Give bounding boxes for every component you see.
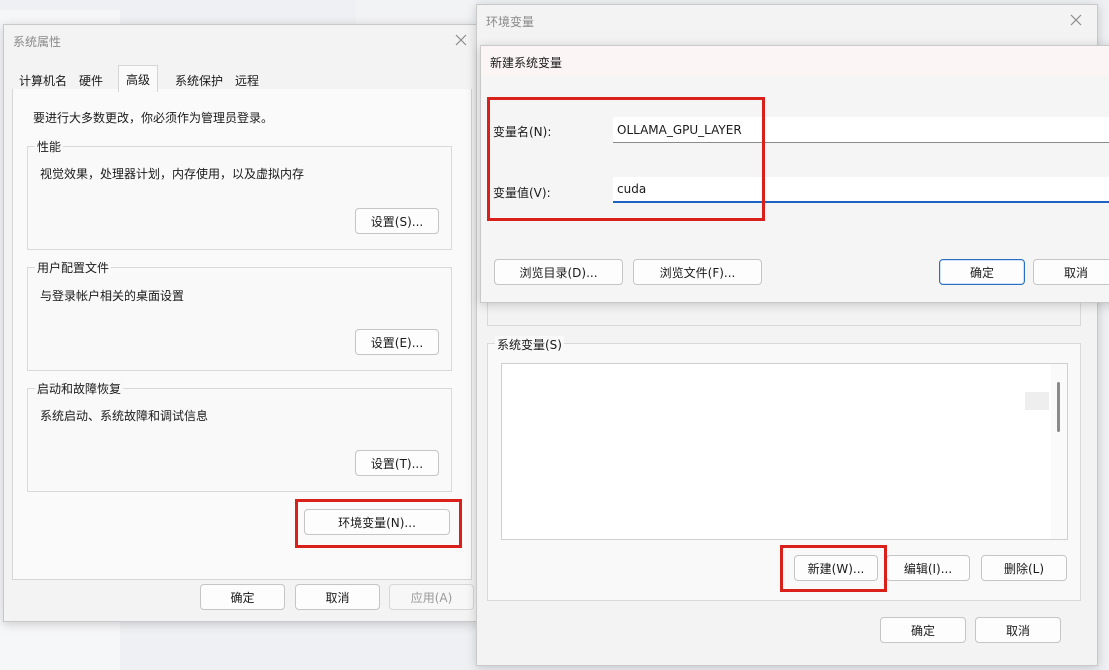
variable-name-label: 变量名(N): (493, 125, 552, 139)
ok-button[interactable]: 确定 (939, 259, 1025, 285)
performance-desc: 视觉效果，处理器计划，内存使用，以及虚拟内存 (40, 167, 305, 181)
edit-variable-button[interactable]: 编辑(I)... (886, 555, 970, 581)
tab-remote[interactable]: 远程 (232, 69, 262, 91)
close-icon (455, 34, 467, 46)
browse-file-button[interactable]: 浏览文件(F)... (633, 259, 762, 285)
startup-recovery-settings-button[interactable]: 设置(T)... (355, 450, 439, 476)
environment-variables-button[interactable]: 环境变量(N)... (304, 509, 450, 535)
system-variables-group: 新建(W)... 编辑(I)... 删除(L) (487, 343, 1081, 601)
admin-note: 要进行大多数更改，你必须作为管理员登录。 (33, 111, 274, 125)
system-variables-label: 系统变量(S) (495, 336, 564, 353)
tab-system-protection[interactable]: 系统保护 (172, 69, 226, 91)
scrollbar-thumb[interactable] (1057, 382, 1060, 432)
apply-button[interactable]: 应用(A) (389, 584, 474, 610)
new-variable-button[interactable]: 新建(W)... (794, 555, 878, 581)
user-profile-settings-button[interactable]: 设置(E)... (355, 329, 439, 355)
ok-button[interactable]: 确定 (200, 584, 285, 610)
close-button[interactable] (446, 27, 476, 53)
new-system-variable-dialog: 新建系统变量 变量名(N): OLLAMA_GPU_LAYER 变量值(V): … (480, 45, 1109, 303)
user-profile-group: 与登录帐户相关的桌面设置 设置(E)... (27, 267, 452, 371)
tab-advanced[interactable]: 高级 (118, 65, 159, 92)
variable-value-input[interactable]: cuda (613, 177, 1109, 203)
close-icon (1070, 14, 1082, 26)
cancel-button[interactable]: 取消 (975, 617, 1061, 643)
scrollbar[interactable] (1051, 364, 1067, 539)
performance-group: 视觉效果，处理器计划，内存使用，以及虚拟内存 设置(S)... (27, 146, 452, 250)
tab-hardware[interactable]: 硬件 (76, 69, 106, 91)
title-bar: 新建系统变量 (481, 46, 1109, 76)
variable-name-input[interactable]: OLLAMA_GPU_LAYER (613, 117, 1109, 143)
system-properties-window: 系统属性 计算机名 硬件 高级 系统保护 远程 要进行大多数更改，你必须作为管理… (3, 24, 479, 622)
close-button[interactable] (1061, 7, 1091, 33)
cancel-button[interactable]: 取消 (295, 584, 380, 610)
browse-directory-button[interactable]: 浏览目录(D)... (494, 259, 623, 285)
window-title: 环境变量 (486, 15, 535, 29)
list-scroll-block (1025, 392, 1049, 410)
title-bar: 环境变量 (477, 5, 1097, 35)
user-profile-label: 用户配置文件 (35, 259, 112, 276)
user-profile-desc: 与登录帐户相关的桌面设置 (40, 289, 185, 303)
cancel-button[interactable]: 取消 (1033, 259, 1109, 285)
variable-value-label: 变量值(V): (493, 186, 551, 200)
startup-recovery-desc: 系统启动、系统故障和调试信息 (40, 409, 209, 423)
title-bar: 系统属性 (4, 25, 478, 55)
tab-computer-name[interactable]: 计算机名 (16, 69, 70, 91)
ok-button[interactable]: 确定 (880, 617, 966, 643)
dialog-title: 新建系统变量 (490, 56, 563, 70)
startup-recovery-label: 启动和故障恢复 (35, 380, 124, 397)
delete-variable-button[interactable]: 删除(L) (981, 555, 1067, 581)
performance-settings-button[interactable]: 设置(S)... (355, 208, 439, 234)
window-title: 系统属性 (13, 35, 62, 49)
system-variables-list[interactable] (501, 363, 1068, 540)
startup-recovery-group: 系统启动、系统故障和调试信息 设置(T)... (27, 388, 452, 492)
performance-label: 性能 (35, 138, 64, 155)
